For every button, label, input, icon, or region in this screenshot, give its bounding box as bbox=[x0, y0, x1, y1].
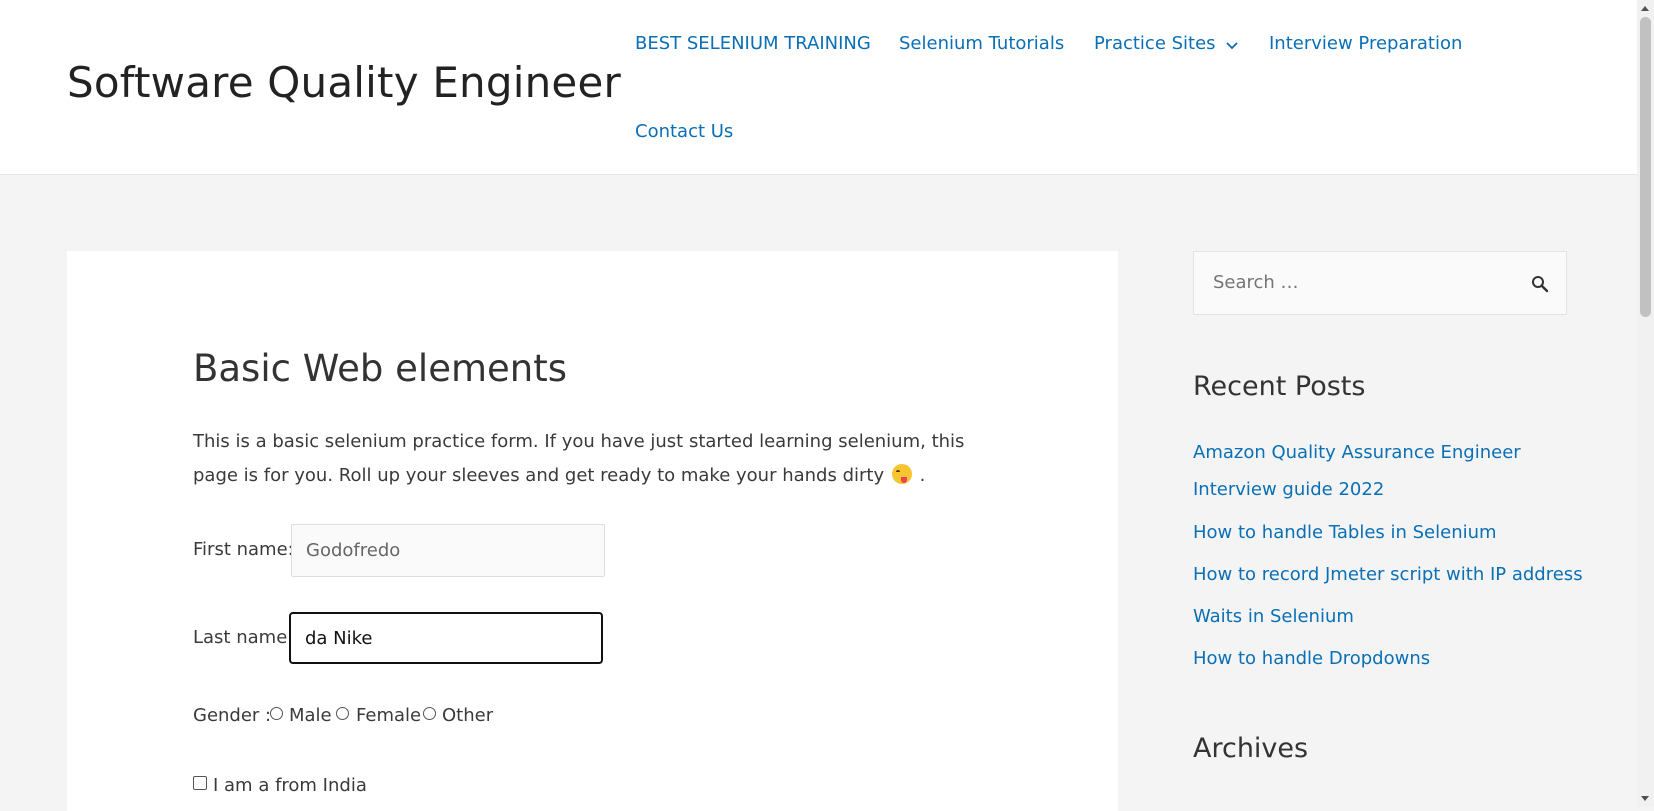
recent-post-link[interactable]: How to handle Tables in Selenium bbox=[1193, 514, 1497, 551]
gender-female-label: Female bbox=[356, 705, 422, 726]
nav-selenium-tutorials[interactable]: Selenium Tutorials bbox=[899, 33, 1064, 54]
recent-posts-title: Recent Posts bbox=[1193, 371, 1366, 402]
gender-female-radio[interactable] bbox=[336, 707, 349, 720]
nav-contact-us[interactable]: Contact Us bbox=[635, 121, 733, 142]
intro-text: This is a basic selenium practice form. … bbox=[193, 431, 965, 486]
first-name-input[interactable] bbox=[291, 524, 605, 577]
page-title: Basic Web elements bbox=[193, 347, 567, 390]
gender-other-label: Other bbox=[442, 705, 494, 726]
last-name-label: Last name: bbox=[193, 627, 294, 648]
chevron-down-icon bbox=[1225, 34, 1238, 55]
india-checkbox-label: I am a from India bbox=[213, 775, 367, 796]
gender-label: Gender : bbox=[193, 705, 272, 726]
nav-practice-sites-label: Practice Sites bbox=[1094, 33, 1216, 54]
gender-male-label: Male bbox=[289, 705, 332, 726]
gender-other-radio[interactable] bbox=[423, 707, 436, 720]
recent-post-link[interactable]: Amazon Quality Assurance Engineer bbox=[1193, 434, 1521, 471]
intro-suffix: . bbox=[913, 465, 926, 486]
site-header: Software Quality Engineer BEST SELENIUM … bbox=[0, 0, 1637, 175]
scroll-up-arrow-icon[interactable] bbox=[1641, 6, 1649, 11]
nav-interview-preparation[interactable]: Interview Preparation bbox=[1269, 33, 1462, 54]
nav-best-selenium-training[interactable]: BEST SELENIUM TRAINING bbox=[635, 33, 871, 54]
intro-paragraph: This is a basic selenium practice form. … bbox=[193, 425, 983, 493]
last-name-input[interactable] bbox=[289, 612, 603, 664]
scroll-down-arrow-icon[interactable] bbox=[1641, 796, 1649, 801]
search-form bbox=[1193, 251, 1567, 315]
gender-male-radio[interactable] bbox=[270, 707, 283, 720]
first-name-label: First name: bbox=[193, 539, 294, 560]
recent-post-link[interactable]: How to handle Dropdowns bbox=[1193, 640, 1430, 677]
recent-post-link[interactable]: Interview guide 2022 bbox=[1193, 471, 1384, 508]
recent-post-link[interactable]: How to record Jmeter script with IP addr… bbox=[1193, 556, 1583, 593]
page-scrollbar[interactable] bbox=[1637, 0, 1654, 807]
search-icon[interactable] bbox=[1531, 275, 1549, 297]
site-title[interactable]: Software Quality Engineer bbox=[67, 58, 621, 107]
india-checkbox[interactable] bbox=[193, 776, 207, 790]
nav-practice-sites[interactable]: Practice Sites bbox=[1094, 33, 1238, 55]
search-input[interactable] bbox=[1213, 272, 1513, 293]
scrollbar-thumb[interactable] bbox=[1640, 17, 1651, 317]
winking-tongue-emoji-icon bbox=[891, 464, 912, 484]
archives-title: Archives bbox=[1193, 733, 1309, 764]
recent-post-link[interactable]: Waits in Selenium bbox=[1193, 598, 1354, 635]
